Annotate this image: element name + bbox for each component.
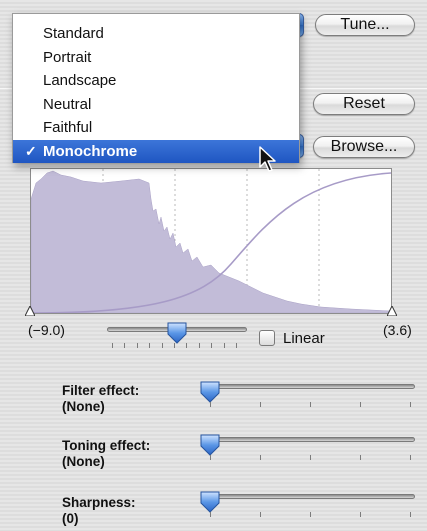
- toning-effect-label: Toning effect: (None): [62, 438, 150, 470]
- slider-tick: [310, 402, 311, 407]
- slider-tick: [211, 343, 213, 348]
- slider-tick: [260, 455, 261, 460]
- menu-item-standard[interactable]: Standard: [13, 22, 299, 46]
- slider-tick: [124, 343, 126, 348]
- checkmark-icon: ✓: [25, 142, 37, 159]
- histogram-graph: [31, 169, 391, 313]
- menu-item-monochrome[interactable]: ✓ Monochrome: [13, 139, 299, 163]
- filter-effect-thumb[interactable]: [199, 380, 221, 404]
- white-point-marker[interactable]: [387, 306, 397, 316]
- picture-style-menu: Standard Portrait Landscape Neutral Fait…: [12, 13, 300, 163]
- menu-item-portrait[interactable]: Portrait: [13, 46, 299, 70]
- histogram-slider-thumb[interactable]: [166, 321, 188, 345]
- toning-effect-track[interactable]: [205, 437, 415, 442]
- toning-effect-title: Toning effect:: [62, 438, 151, 453]
- mouse-pointer-icon: [259, 146, 276, 172]
- slider-tick: [210, 455, 211, 460]
- slider-tick: [198, 343, 200, 348]
- filter-effect-value: (None): [62, 399, 105, 414]
- black-point-marker[interactable]: [25, 306, 35, 316]
- sharpness-thumb[interactable]: [199, 490, 221, 514]
- slider-tick: [210, 512, 211, 517]
- toning-effect-thumb[interactable]: [199, 433, 221, 457]
- slider-tick: [210, 402, 211, 407]
- menu-item-label: Faithful: [43, 119, 93, 136]
- filter-effect-title: Filter effect:: [62, 383, 140, 398]
- slider-tick: [260, 402, 261, 407]
- menu-item-label: Standard: [43, 25, 104, 42]
- sharpness-title: Sharpness:: [62, 495, 136, 510]
- slider-tick: [112, 343, 113, 348]
- slider-tick: [360, 455, 361, 460]
- slider-tick: [310, 512, 311, 517]
- slider-tick: [236, 343, 237, 348]
- slider-tick: [161, 343, 163, 348]
- range-min-label: (−9.0): [28, 322, 65, 338]
- slider-tick: [310, 455, 311, 460]
- menu-item-landscape[interactable]: Landscape: [13, 69, 299, 93]
- slider-tick: [360, 402, 361, 407]
- slider-tick: [410, 402, 411, 407]
- sharpness-label: Sharpness: (0): [62, 495, 136, 527]
- slider-tick: [223, 343, 225, 348]
- slider-tick: [149, 343, 151, 348]
- slider-tick: [174, 343, 175, 348]
- sharpness-track[interactable]: [205, 494, 415, 499]
- browse-button[interactable]: Browse...: [313, 136, 415, 158]
- range-max-label: (3.6): [383, 322, 412, 338]
- linear-checkbox[interactable]: [259, 330, 275, 346]
- slider-tick: [360, 512, 361, 517]
- filter-effect-track[interactable]: [205, 384, 415, 389]
- slider-tick: [186, 343, 188, 348]
- tune-button[interactable]: Tune...: [315, 14, 415, 36]
- menu-item-label: Landscape: [43, 72, 117, 89]
- histogram-fill: [31, 170, 391, 313]
- toning-effect-value: (None): [62, 454, 105, 469]
- menu-item-label: Portrait: [43, 48, 92, 66]
- menu-item-label: Monochrome: [43, 142, 138, 160]
- linear-label: Linear: [283, 330, 325, 347]
- slider-tick: [410, 512, 411, 517]
- menu-item-faithful[interactable]: Faithful: [13, 116, 299, 140]
- histogram: [30, 168, 392, 314]
- slider-tick: [410, 455, 411, 460]
- reset-button[interactable]: Reset: [313, 93, 415, 115]
- menu-item-label: Neutral: [43, 95, 92, 113]
- menu-item-neutral[interactable]: Neutral: [13, 93, 299, 117]
- slider-tick: [260, 512, 261, 517]
- filter-effect-label: Filter effect: (None): [62, 383, 139, 415]
- sharpness-value: (0): [62, 511, 79, 526]
- slider-tick: [136, 343, 138, 348]
